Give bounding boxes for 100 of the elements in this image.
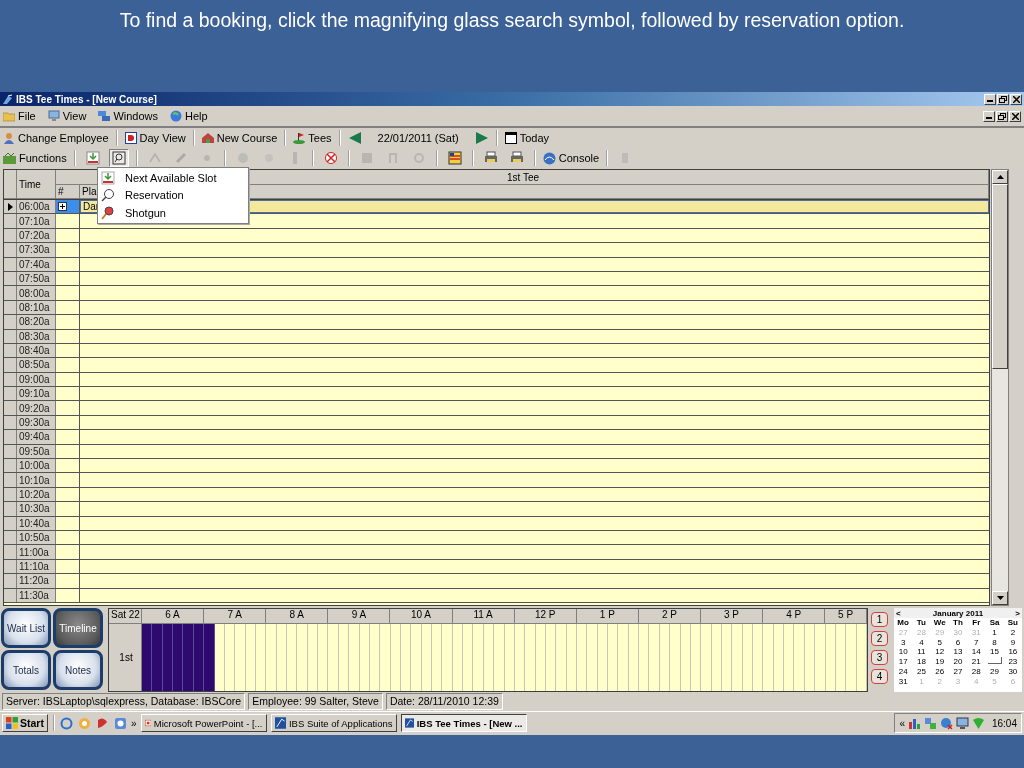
- calendar-day[interactable]: 27: [948, 667, 968, 677]
- page-button[interactable]: 3: [871, 650, 888, 665]
- globe-tray-icon[interactable]: [939, 716, 953, 730]
- restore-icon: [999, 95, 1007, 103]
- tool-icon: [411, 151, 426, 165]
- hour-header: 3 P: [701, 609, 764, 623]
- taskbar-button[interactable]: IBS Suite of Applications: [270, 714, 397, 732]
- search-button[interactable]: [108, 149, 129, 167]
- taskbar-button[interactable]: IBS Tee Times - [New ...: [400, 714, 527, 732]
- calendar-day[interactable]: 23: [1003, 657, 1022, 667]
- calendar-day[interactable]: 20: [948, 657, 968, 667]
- weekday-label: Fr: [972, 618, 981, 627]
- previous-month-button[interactable]: <: [894, 608, 903, 618]
- calendar-day[interactable]: 9: [1003, 637, 1022, 648]
- close-button[interactable]: [1010, 93, 1022, 105]
- hour-header: 5 P: [825, 609, 867, 623]
- side-button[interactable]: Timeline: [53, 608, 103, 648]
- hour-header: 9 A: [328, 609, 391, 623]
- toolbar-button[interactable]: Day View: [139, 132, 186, 144]
- calendar-day[interactable]: 13: [948, 647, 968, 658]
- overflow-chevron[interactable]: »: [130, 717, 137, 729]
- date-label: 22/01/2011 (Sat): [377, 132, 459, 144]
- calendar-day[interactable]: 26: [930, 667, 949, 677]
- browser-icon[interactable]: [59, 716, 73, 730]
- calendar-icon: [504, 132, 517, 144]
- side-button[interactable]: Wait List: [1, 608, 51, 648]
- calendar-day[interactable]: 25: [912, 667, 931, 677]
- flame-app-icon[interactable]: [95, 716, 109, 730]
- calendar-day[interactable]: 31: [894, 676, 913, 687]
- previous-arrow-icon[interactable]: [347, 131, 362, 145]
- row-selector[interactable]: [4, 200, 17, 214]
- menu-item[interactable]: File: [18, 110, 36, 122]
- time-cell: 07:30a: [17, 243, 56, 257]
- toolbar-button[interactable]: Tees: [308, 132, 332, 144]
- document-app-icon[interactable]: [113, 716, 127, 730]
- calendar-day[interactable]: 1: [985, 627, 1004, 638]
- toolbar-button[interactable]: Change Employee: [18, 132, 109, 144]
- header-corner: [4, 170, 17, 199]
- next-month-button[interactable]: >: [1013, 608, 1022, 618]
- toolbar-button[interactable]: Functions: [19, 152, 67, 164]
- calendar-day[interactable]: 21: [967, 657, 986, 667]
- calendar-day[interactable]: 4: [912, 637, 931, 648]
- toolbar-button[interactable]: Today: [519, 132, 550, 144]
- page-button[interactable]: 4: [871, 669, 888, 684]
- side-button[interactable]: Totals: [1, 650, 51, 690]
- delete-icon: [323, 151, 338, 165]
- time-cell: 09:20a: [17, 401, 56, 415]
- toolbar-button[interactable]: New Course: [216, 132, 278, 144]
- calendar-day[interactable]: 2: [1003, 627, 1022, 638]
- calendar-day[interactable]: 5: [930, 637, 949, 648]
- toolbar-button[interactable]: Console: [558, 152, 600, 164]
- column-header: Time: [17, 170, 56, 199]
- expand-icon[interactable]: [58, 202, 67, 212]
- tray-expand-button[interactable]: «: [899, 717, 905, 729]
- scroll-down-icon[interactable]: [996, 596, 1004, 600]
- app-icon: [2, 93, 13, 105]
- scrollbar[interactable]: [991, 169, 1009, 606]
- calendar-day[interactable]: 18: [912, 657, 931, 667]
- weekday-label: Mo: [897, 618, 909, 627]
- selected-day-marker[interactable]: [987, 657, 1002, 665]
- calendar-day[interactable]: 12: [930, 647, 949, 658]
- side-button[interactable]: Notes: [53, 650, 103, 690]
- calendar-day[interactable]: 8: [985, 637, 1004, 648]
- minimize-button[interactable]: [984, 93, 996, 105]
- hour-header: 7 A: [204, 609, 267, 623]
- calendar-day[interactable]: 3: [894, 637, 913, 648]
- monitor-tray-icon[interactable]: [955, 716, 969, 730]
- next-arrow-icon[interactable]: [474, 131, 489, 145]
- calendar-day[interactable]: 24: [894, 667, 913, 677]
- menu-item[interactable]: Help: [185, 110, 208, 122]
- restore-button[interactable]: [996, 110, 1008, 122]
- start-button[interactable]: Start: [2, 714, 48, 732]
- menu-item[interactable]: Next Available Slot: [125, 171, 217, 184]
- menu-item[interactable]: View: [62, 110, 87, 122]
- help-globe-icon: [170, 110, 182, 122]
- calendar-day[interactable]: 6: [948, 637, 968, 648]
- minimize-button[interactable]: [983, 110, 995, 122]
- chart-tray-icon[interactable]: [907, 716, 921, 730]
- slides-app-icon: [144, 717, 151, 729]
- calendar-day[interactable]: 11: [912, 647, 931, 658]
- calendar-day[interactable]: 30: [1003, 667, 1022, 677]
- calendar-day[interactable]: 16: [1003, 647, 1022, 658]
- calendar-day[interactable]: 29: [985, 667, 1004, 677]
- calendar-day[interactable]: 19: [930, 657, 949, 667]
- page-button[interactable]: 2: [871, 631, 888, 646]
- close-button[interactable]: [1009, 110, 1021, 122]
- time-cell: 08:20a: [17, 315, 56, 329]
- scroll-up-icon[interactable]: [996, 175, 1004, 179]
- calendar-day[interactable]: 28: [967, 667, 986, 677]
- menu-item[interactable]: Reservation: [125, 189, 184, 202]
- calendar-day[interactable]: 15: [985, 647, 1004, 658]
- page-button[interactable]: 1: [871, 612, 888, 627]
- close-icon: [1012, 95, 1020, 103]
- calendar-day[interactable]: 14: [967, 647, 986, 658]
- calendar-day[interactable]: 17: [894, 657, 913, 667]
- restore-button[interactable]: [997, 93, 1009, 105]
- calendar-day[interactable]: 10: [894, 647, 913, 658]
- calendar-day[interactable]: 7: [967, 637, 986, 648]
- taskbar-button[interactable]: Microsoft PowerPoint - [...: [140, 714, 267, 732]
- menu-item[interactable]: Windows: [113, 110, 158, 122]
